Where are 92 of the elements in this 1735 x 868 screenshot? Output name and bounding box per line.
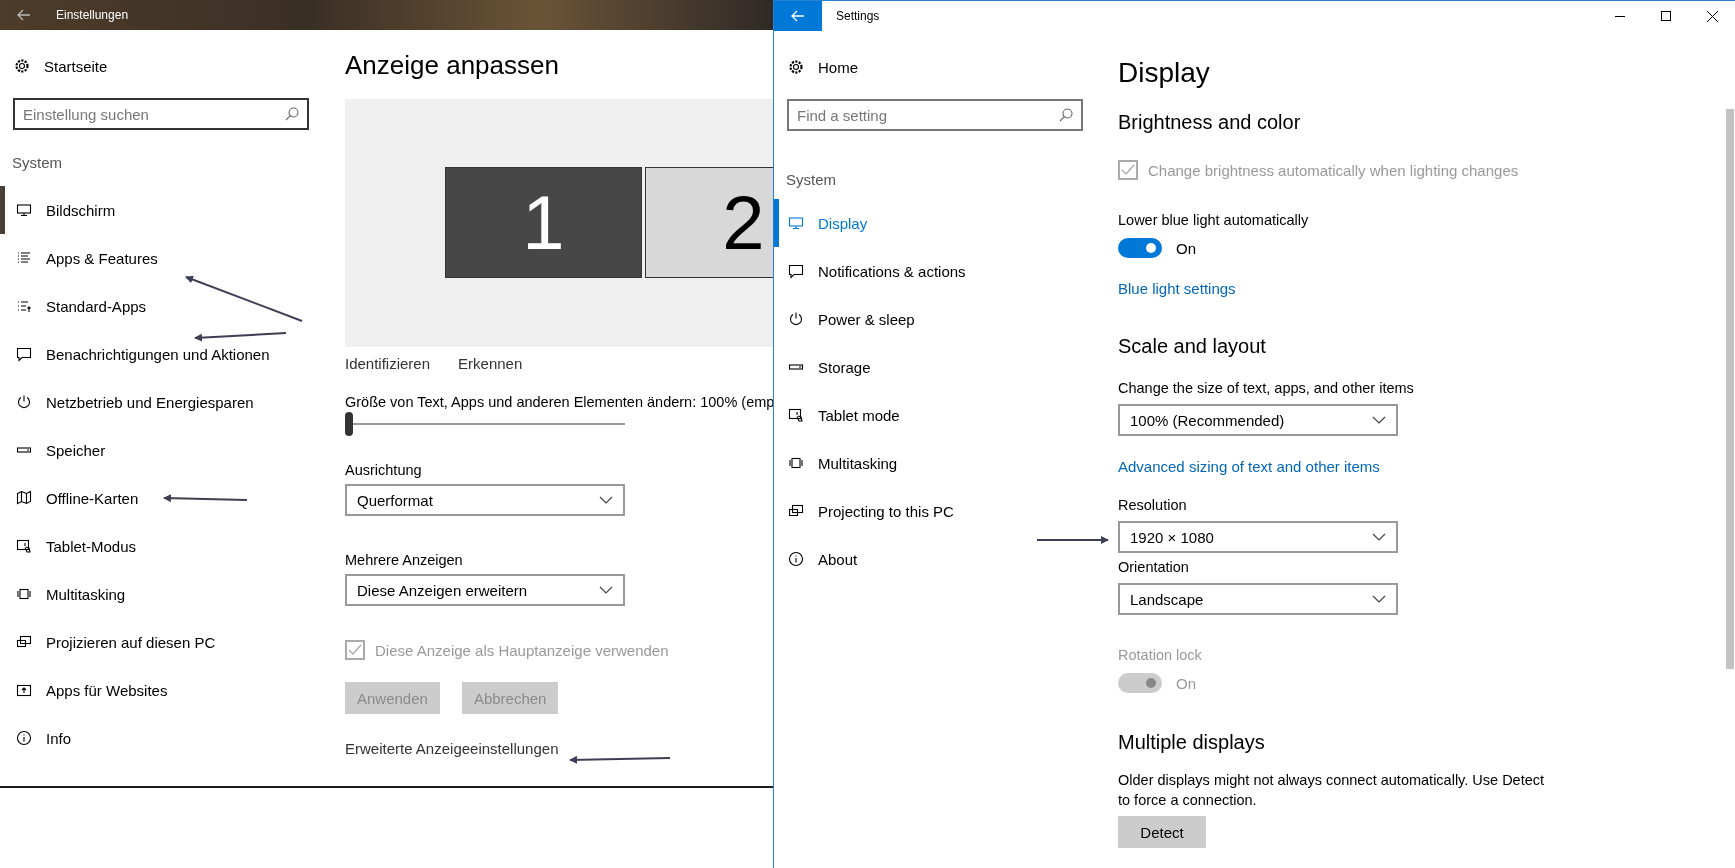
page-title: Anzeige anpassen	[345, 50, 560, 81]
settings-link[interactable]: Erweiterte Anzeigeeinstellungen	[345, 740, 773, 757]
nav-item[interactable]: About	[774, 535, 1104, 583]
upload-box-icon	[16, 682, 32, 698]
nav-item[interactable]: Speicher	[0, 426, 310, 474]
nav-item[interactable]: Notifications & actions	[774, 247, 1104, 295]
nav-item[interactable]: Offline-Karten	[0, 474, 310, 522]
nav-item[interactable]: Storage	[774, 343, 1104, 391]
nav-item[interactable]: Bildschirm	[0, 186, 310, 234]
projector-icon	[16, 634, 32, 650]
toggle-label: Rotation lock	[1118, 647, 1203, 663]
toggle-state: On	[1176, 674, 1196, 692]
nav-item[interactable]: Power & sleep	[774, 295, 1104, 343]
map-icon	[16, 490, 32, 506]
speech-bubble-icon	[788, 263, 804, 279]
home-nav-item[interactable]: Home	[774, 47, 1104, 87]
tablet-icon	[16, 538, 32, 554]
settings-icon	[14, 58, 30, 74]
search-field[interactable]: Find a setting	[787, 99, 1083, 131]
settings-link[interactable]: Advanced sizing of text and other items	[1118, 458, 1725, 475]
toggle-state: On	[1176, 239, 1196, 257]
nav-item[interactable]: Apps & Features	[0, 234, 310, 282]
nav-item[interactable]: Display	[774, 199, 1104, 247]
action-link[interactable]: Identifizieren	[345, 355, 431, 372]
checkbox-label: Diese Anzeige als Hauptanzeige verwenden	[375, 641, 669, 659]
section-heading: Brightness and color	[1118, 111, 1302, 134]
monitor-icon	[788, 215, 804, 231]
nav-item[interactable]: Multitasking	[774, 439, 1104, 487]
field-label: Mehrere Anzeigen	[345, 552, 464, 568]
settings-link[interactable]: Blue light settings	[1118, 280, 1725, 297]
nav-item[interactable]: Standard-Apps	[0, 282, 310, 330]
power-icon	[788, 311, 804, 327]
chevron-down-icon	[1372, 595, 1386, 603]
monitor-tile[interactable]: 1	[445, 167, 642, 278]
nav-item[interactable]: Multitasking	[0, 570, 310, 618]
scale-slider[interactable]	[345, 412, 625, 436]
dropdown[interactable]: Landscape	[1118, 583, 1398, 615]
search-field[interactable]: Einstellung suchen	[13, 98, 309, 130]
multitasking-icon	[788, 455, 804, 471]
checkbox-label: Change brightness automatically when lighting changes	[1148, 161, 1519, 179]
detect-button[interactable]: Detect	[1118, 816, 1206, 848]
power-icon	[16, 394, 32, 410]
dropdown[interactable]: 100% (Recommended)	[1118, 404, 1398, 436]
chevron-down-icon	[599, 496, 613, 504]
info-icon	[788, 551, 804, 567]
field-label: Ausrichtung	[345, 462, 423, 478]
field-label: Resolution	[1118, 497, 1188, 513]
close-icon	[1706, 10, 1718, 22]
nav-item[interactable]: Tablet-Modus	[0, 522, 310, 570]
back-arrow-icon	[17, 9, 31, 21]
nav-item[interactable]: Apps für Websites	[0, 666, 310, 714]
section-heading: Multiple displays	[1118, 731, 1266, 754]
home-nav-item[interactable]: Startseite	[0, 46, 310, 86]
toggle-label: Lower blue light automatically	[1118, 212, 1310, 228]
nav-item[interactable]: Info	[0, 714, 310, 762]
chevron-down-icon	[599, 586, 613, 594]
monitor-icon	[16, 202, 32, 218]
dropdown[interactable]: Diese Anzeigen erweitern	[345, 574, 625, 606]
nav-item[interactable]: Projizieren auf diesen PC	[0, 618, 310, 666]
dropdown[interactable]: Querformat	[345, 484, 625, 516]
settings-icon	[788, 59, 804, 75]
slider-thumb[interactable]	[345, 412, 353, 436]
back-arrow-icon	[791, 10, 805, 22]
nav-item[interactable]: Tablet mode	[774, 391, 1104, 439]
list-icon	[16, 250, 32, 266]
page-title: Display	[1118, 57, 1211, 89]
action-link[interactable]: Erkennen	[458, 355, 523, 372]
field-label: Orientation	[1118, 559, 1190, 575]
info-icon	[16, 730, 32, 746]
projector-icon	[788, 503, 804, 519]
field-label: Change the size of text, apps, and other items	[1118, 380, 1415, 396]
chevron-down-icon	[1372, 533, 1386, 541]
monitor-tile[interactable]: 2	[645, 167, 773, 278]
list-icon	[16, 298, 32, 314]
maximize-icon	[1661, 11, 1671, 21]
multitasking-icon	[16, 586, 32, 602]
dropdown[interactable]: 1920 × 1080	[1118, 521, 1398, 553]
section-label: System	[785, 171, 837, 190]
tablet-icon	[788, 407, 804, 423]
section-heading: Scale and layout	[1118, 335, 1267, 358]
toggle-switch[interactable]	[1118, 238, 1162, 258]
window-title: Settings	[835, 9, 880, 23]
window-title: Einstellungen	[55, 8, 129, 22]
chevron-down-icon	[1372, 416, 1386, 424]
description-text: Older displays might not always connect automatically. Use Detect to force a connection.	[1118, 771, 1546, 810]
speech-bubble-icon	[16, 346, 32, 362]
back-button[interactable]	[774, 1, 822, 31]
nav-item[interactable]: Projecting to this PC	[774, 487, 1104, 535]
nav-item[interactable]: Benachrichtigungen und Aktionen	[0, 330, 310, 378]
section-label: System	[11, 154, 63, 173]
slider-label: Größe von Text, Apps und anderen Elementen ändern: 100% (emp	[345, 394, 773, 410]
nav-item[interactable]: Netzbetrieb und Energiesparen	[0, 378, 310, 426]
